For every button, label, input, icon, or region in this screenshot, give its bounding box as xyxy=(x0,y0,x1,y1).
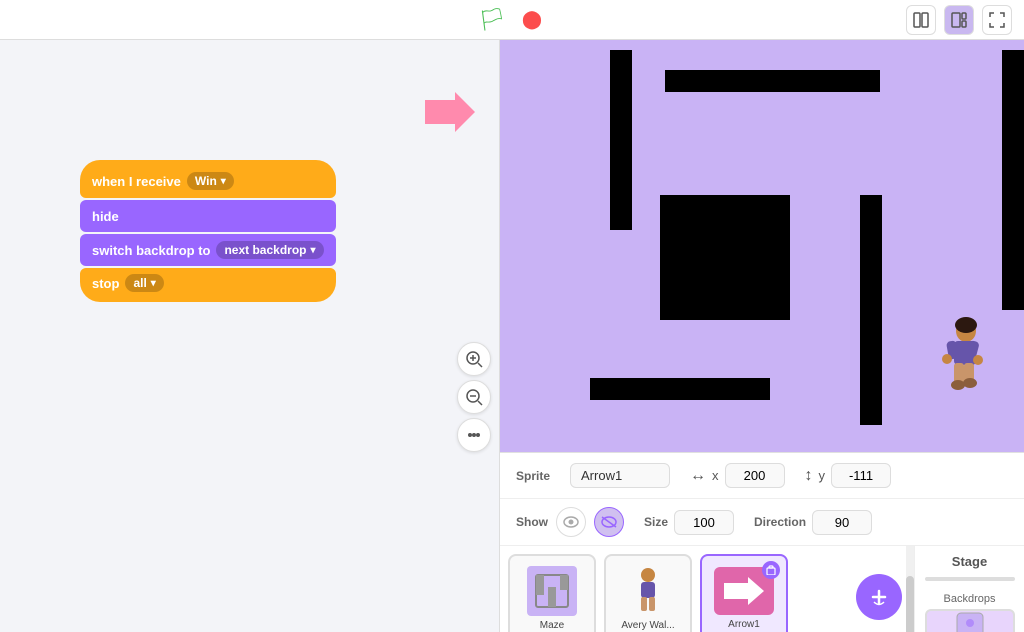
switch-backdrop-label: switch backdrop to xyxy=(92,243,210,258)
zoom-controls xyxy=(457,342,491,452)
sprite-thumb-avery-label: Avery Wal... xyxy=(621,620,674,631)
eye-closed-icon xyxy=(601,516,617,528)
stop-label: stop xyxy=(92,276,119,291)
avery-icon xyxy=(623,566,673,616)
fullscreen-icon xyxy=(989,12,1005,28)
x-label: x xyxy=(712,468,719,483)
sprite-thumb-maze[interactable]: Maze xyxy=(508,554,596,632)
backdrop-thumbnail[interactable] xyxy=(925,609,1015,632)
delete-badge[interactable] xyxy=(762,561,780,579)
bottom-panel: Sprite ↔ x ↕ y Show xyxy=(500,452,1024,632)
direction-group: Direction xyxy=(754,510,872,535)
sprite-info-bar: Sprite ↔ x ↕ y xyxy=(500,453,1024,499)
zoom-in-icon xyxy=(465,350,483,368)
switch-backdrop-block[interactable]: switch backdrop to next backdrop xyxy=(80,234,336,266)
x-coord-group: ↔ x xyxy=(690,463,785,488)
hide-label: hide xyxy=(92,209,119,224)
block-stack: when I receive Win hide switch backdrop … xyxy=(80,160,336,302)
add-sprite-button[interactable] xyxy=(856,574,902,620)
size-group: Size xyxy=(644,510,734,535)
zoom-out-icon xyxy=(465,388,483,406)
zoom-reset-icon xyxy=(465,426,483,444)
show-eye-button[interactable] xyxy=(556,507,586,537)
stage-area: Sprite ↔ x ↕ y Show xyxy=(500,40,1024,632)
wall-middle-square xyxy=(660,195,790,320)
stage-layout-button[interactable] xyxy=(944,5,974,35)
direction-input[interactable] xyxy=(812,510,872,535)
arrow1-svg xyxy=(724,577,764,605)
x-input[interactable] xyxy=(725,463,785,488)
arrow-indicator xyxy=(425,92,475,142)
arrow-icon xyxy=(425,92,475,132)
stage-layout-icon xyxy=(951,12,967,28)
blocks-container: when I receive Win hide switch backdrop … xyxy=(80,160,336,302)
main-area: when I receive Win hide switch backdrop … xyxy=(0,40,1024,632)
eye-open-icon xyxy=(563,516,579,528)
direction-label: Direction xyxy=(754,515,806,529)
zoom-out-button[interactable] xyxy=(457,380,491,414)
maze-icon xyxy=(527,566,577,616)
y-input[interactable] xyxy=(831,463,891,488)
stage-panel: Stage Backdrops xyxy=(914,546,1024,632)
win-dropdown[interactable]: Win xyxy=(187,172,234,190)
when-i-receive-label: when I receive xyxy=(92,174,181,189)
avery-character xyxy=(934,317,989,397)
trash-icon xyxy=(766,565,776,575)
stop-icon: ⬤ xyxy=(522,9,542,30)
zoom-reset-button[interactable] xyxy=(457,418,491,452)
layout-controls xyxy=(906,5,1012,35)
zoom-in-button[interactable] xyxy=(457,342,491,376)
stage-panel-label: Stage xyxy=(952,554,987,569)
sprite-thumbnails-area: Maze Avery Wal... xyxy=(500,546,1024,632)
hide-block[interactable]: hide xyxy=(80,200,336,232)
sprite-thumb-maze-label: Maze xyxy=(540,620,564,631)
wall-bottom-horizontal xyxy=(590,378,770,400)
top-bar: 🏳 ⬤ xyxy=(0,0,1024,40)
block-canvas[interactable]: when I receive Win hide switch backdrop … xyxy=(0,40,499,632)
hide-eye-button[interactable] xyxy=(594,507,624,537)
sprite-name-input[interactable] xyxy=(570,463,670,488)
size-label: Size xyxy=(644,515,668,529)
scrollbar[interactable] xyxy=(906,546,914,632)
wall-top-horizontal xyxy=(665,70,880,92)
sprite-label: Sprite xyxy=(516,469,550,483)
fullscreen-button[interactable] xyxy=(982,5,1012,35)
add-sprite-icon xyxy=(867,585,891,609)
when-i-receive-block[interactable]: when I receive Win xyxy=(80,160,336,198)
show-size-bar: Show Size Direction xyxy=(500,499,1024,546)
stop-button[interactable]: ⬤ xyxy=(518,6,546,34)
stop-block[interactable]: stop all xyxy=(80,268,336,302)
layout-icon xyxy=(913,12,929,28)
sprite-thumb-arrow1-label: Arrow1 xyxy=(728,619,760,630)
backdrops-label: Backdrops xyxy=(944,593,996,605)
x-arrow-icon: ↔ xyxy=(690,467,706,485)
scrollbar-thumb xyxy=(906,576,914,632)
stage-preview xyxy=(500,40,1024,452)
size-input[interactable] xyxy=(674,510,734,535)
arrow1-icon xyxy=(714,567,774,615)
wall-left-vertical xyxy=(610,50,632,230)
layout-toggle-button[interactable] xyxy=(906,5,936,35)
backdrop-icon xyxy=(955,611,985,632)
code-area: when I receive Win hide switch backdrop … xyxy=(0,40,500,632)
avery-svg xyxy=(632,567,664,615)
stop-all-dropdown[interactable]: all xyxy=(125,274,163,292)
character-svg xyxy=(934,317,989,402)
y-arrow-icon: ↕ xyxy=(805,467,813,485)
show-group: Show xyxy=(516,507,624,537)
flag-icon: 🏳 xyxy=(478,7,506,33)
green-flag-button[interactable]: 🏳 xyxy=(478,6,506,34)
sprite-list: Maze Avery Wal... xyxy=(500,546,914,632)
maze-svg xyxy=(534,573,570,609)
wall-right-vertical xyxy=(1002,50,1024,310)
sprite-thumb-arrow1[interactable]: Arrow1 xyxy=(700,554,788,632)
wall-mid-right-vertical xyxy=(860,195,882,425)
y-label: y xyxy=(819,468,826,483)
sprite-thumb-avery[interactable]: Avery Wal... xyxy=(604,554,692,632)
next-backdrop-dropdown[interactable]: next backdrop xyxy=(216,241,323,259)
y-coord-group: ↕ y xyxy=(805,463,892,488)
stage-thumbnail[interactable] xyxy=(925,577,1015,581)
show-label: Show xyxy=(516,515,548,529)
